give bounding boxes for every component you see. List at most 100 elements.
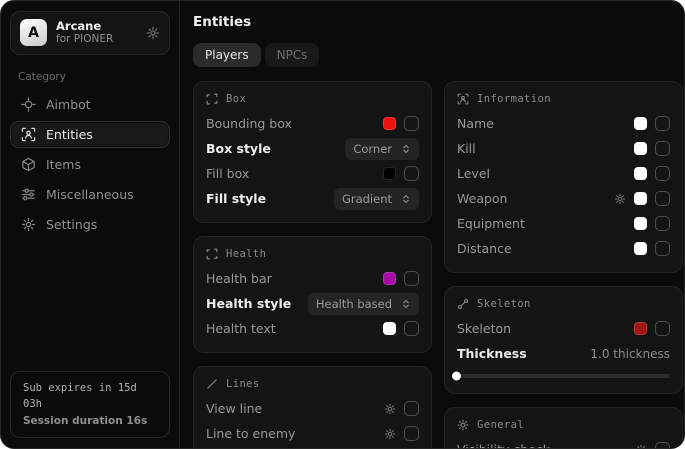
corner-brackets-icon (206, 248, 218, 260)
gear-icon[interactable] (384, 403, 396, 415)
color-swatch[interactable] (634, 167, 647, 180)
checkbox[interactable] (655, 116, 670, 131)
checkbox[interactable] (655, 442, 670, 449)
dropdown-value: Gradient (342, 192, 392, 206)
cube-icon (21, 157, 36, 172)
setting-row: Fill style Gradient (206, 186, 419, 211)
checkbox[interactable] (404, 271, 419, 286)
app-window: A Arcane for PIONER Category Aimbot (0, 0, 685, 449)
color-swatch[interactable] (634, 192, 647, 205)
gear-icon[interactable] (635, 444, 647, 449)
diagonal-line-icon (206, 378, 218, 390)
checkbox[interactable] (655, 321, 670, 336)
health-panel-header: Health (206, 248, 419, 260)
sidebar-item-miscellaneous[interactable]: Miscellaneous (10, 181, 170, 208)
color-swatch[interactable] (634, 322, 647, 335)
setting-row: Health bar (206, 266, 419, 291)
sidebar-item-entities[interactable]: Entities (10, 121, 170, 148)
checkbox[interactable] (655, 241, 670, 256)
gear-icon[interactable] (146, 26, 160, 40)
thickness-slider[interactable] (457, 374, 670, 378)
color-swatch[interactable] (634, 217, 647, 230)
color-swatch[interactable] (383, 272, 396, 285)
logo-text: Arcane for PIONER (56, 19, 113, 47)
sidebar-item-items[interactable]: Items (10, 151, 170, 178)
checkbox[interactable] (404, 426, 419, 441)
health-panel: Health Health bar Health style Health ba… (193, 236, 432, 353)
entity-scan-icon (457, 93, 469, 105)
slider-handle[interactable] (452, 372, 461, 381)
gear-icon[interactable] (614, 193, 626, 205)
sidebar-item-label: Items (46, 157, 81, 172)
gear-icon[interactable] (384, 428, 396, 440)
row-label: Equipment (457, 216, 634, 231)
gear-icon (21, 217, 36, 232)
logo-card: A Arcane for PIONER (10, 11, 170, 55)
tab-bar: Players NPCs (193, 43, 683, 67)
row-label: Kill (457, 141, 634, 156)
page-title: Entities (193, 14, 683, 30)
setting-row: Level (457, 161, 670, 186)
color-swatch[interactable] (383, 322, 396, 335)
sidebar: A Arcane for PIONER Category Aimbot (1, 1, 180, 448)
sliders-icon (21, 187, 36, 202)
setting-row: Distance (457, 236, 670, 261)
dropdown-value: Corner (353, 142, 392, 156)
row-label: Line to enemy (206, 426, 384, 441)
checkbox[interactable] (404, 116, 419, 131)
setting-row: Visibility check (457, 437, 670, 449)
tab-players[interactable]: Players (193, 43, 261, 67)
entity-scan-icon (21, 127, 36, 142)
unfold-icon (401, 144, 411, 154)
row-label: Fill style (206, 191, 334, 206)
checkbox[interactable] (655, 216, 670, 231)
color-swatch[interactable] (634, 117, 647, 130)
sidebar-item-label: Aimbot (46, 97, 91, 112)
setting-row: Thickness 1.0 thickness (457, 341, 670, 366)
panel-title: General (477, 419, 524, 431)
color-swatch[interactable] (383, 117, 396, 130)
sub-expiry-text: Sub expires in 15d 03h (23, 380, 157, 413)
right-column: Information Name Kill (444, 81, 683, 449)
app-name: Arcane (56, 19, 113, 33)
color-swatch[interactable] (383, 167, 396, 180)
row-label: Health style (206, 296, 308, 311)
color-swatch[interactable] (634, 242, 647, 255)
checkbox[interactable] (655, 166, 670, 181)
sidebar-item-aimbot[interactable]: Aimbot (10, 91, 170, 118)
setting-row: Line to enemy (206, 421, 419, 446)
checkbox[interactable] (404, 321, 419, 336)
corner-brackets-icon (206, 93, 218, 105)
setting-row: Weapon (457, 186, 670, 211)
setting-row: Health style Health based (206, 291, 419, 316)
box-style-dropdown[interactable]: Corner (345, 138, 419, 160)
skeleton-panel: Skeleton Skeleton Thickness 1.0 thicknes… (444, 286, 683, 394)
health-style-dropdown[interactable]: Health based (308, 293, 419, 315)
row-label: Name (457, 116, 634, 131)
panel-title: Health (226, 248, 266, 260)
setting-row: Bounding box (206, 111, 419, 136)
sun-icon (457, 419, 469, 431)
checkbox[interactable] (404, 166, 419, 181)
main-content: Entities Players NPCs Box Bounding box (180, 1, 685, 448)
checkbox[interactable] (404, 401, 419, 416)
box-panel: Box Bounding box Box style Corner (193, 81, 432, 223)
dropdown-value: Health based (316, 297, 392, 311)
unfold-icon (401, 299, 411, 309)
checkbox[interactable] (655, 191, 670, 206)
panel-title: Lines (226, 378, 260, 390)
panel-title: Box (226, 93, 246, 105)
row-label: Weapon (457, 191, 614, 206)
fill-style-dropdown[interactable]: Gradient (334, 188, 419, 210)
category-label: Category (18, 71, 170, 83)
information-panel-header: Information (457, 93, 670, 105)
setting-row: Box style Corner (206, 136, 419, 161)
checkbox[interactable] (655, 141, 670, 156)
setting-row: Skeleton (457, 316, 670, 341)
sidebar-item-settings[interactable]: Settings (10, 211, 170, 238)
sidebar-item-label: Settings (46, 217, 97, 232)
row-label: Level (457, 166, 634, 181)
tab-npcs[interactable]: NPCs (265, 43, 320, 67)
color-swatch[interactable] (634, 142, 647, 155)
skeleton-panel-header: Skeleton (457, 298, 670, 310)
